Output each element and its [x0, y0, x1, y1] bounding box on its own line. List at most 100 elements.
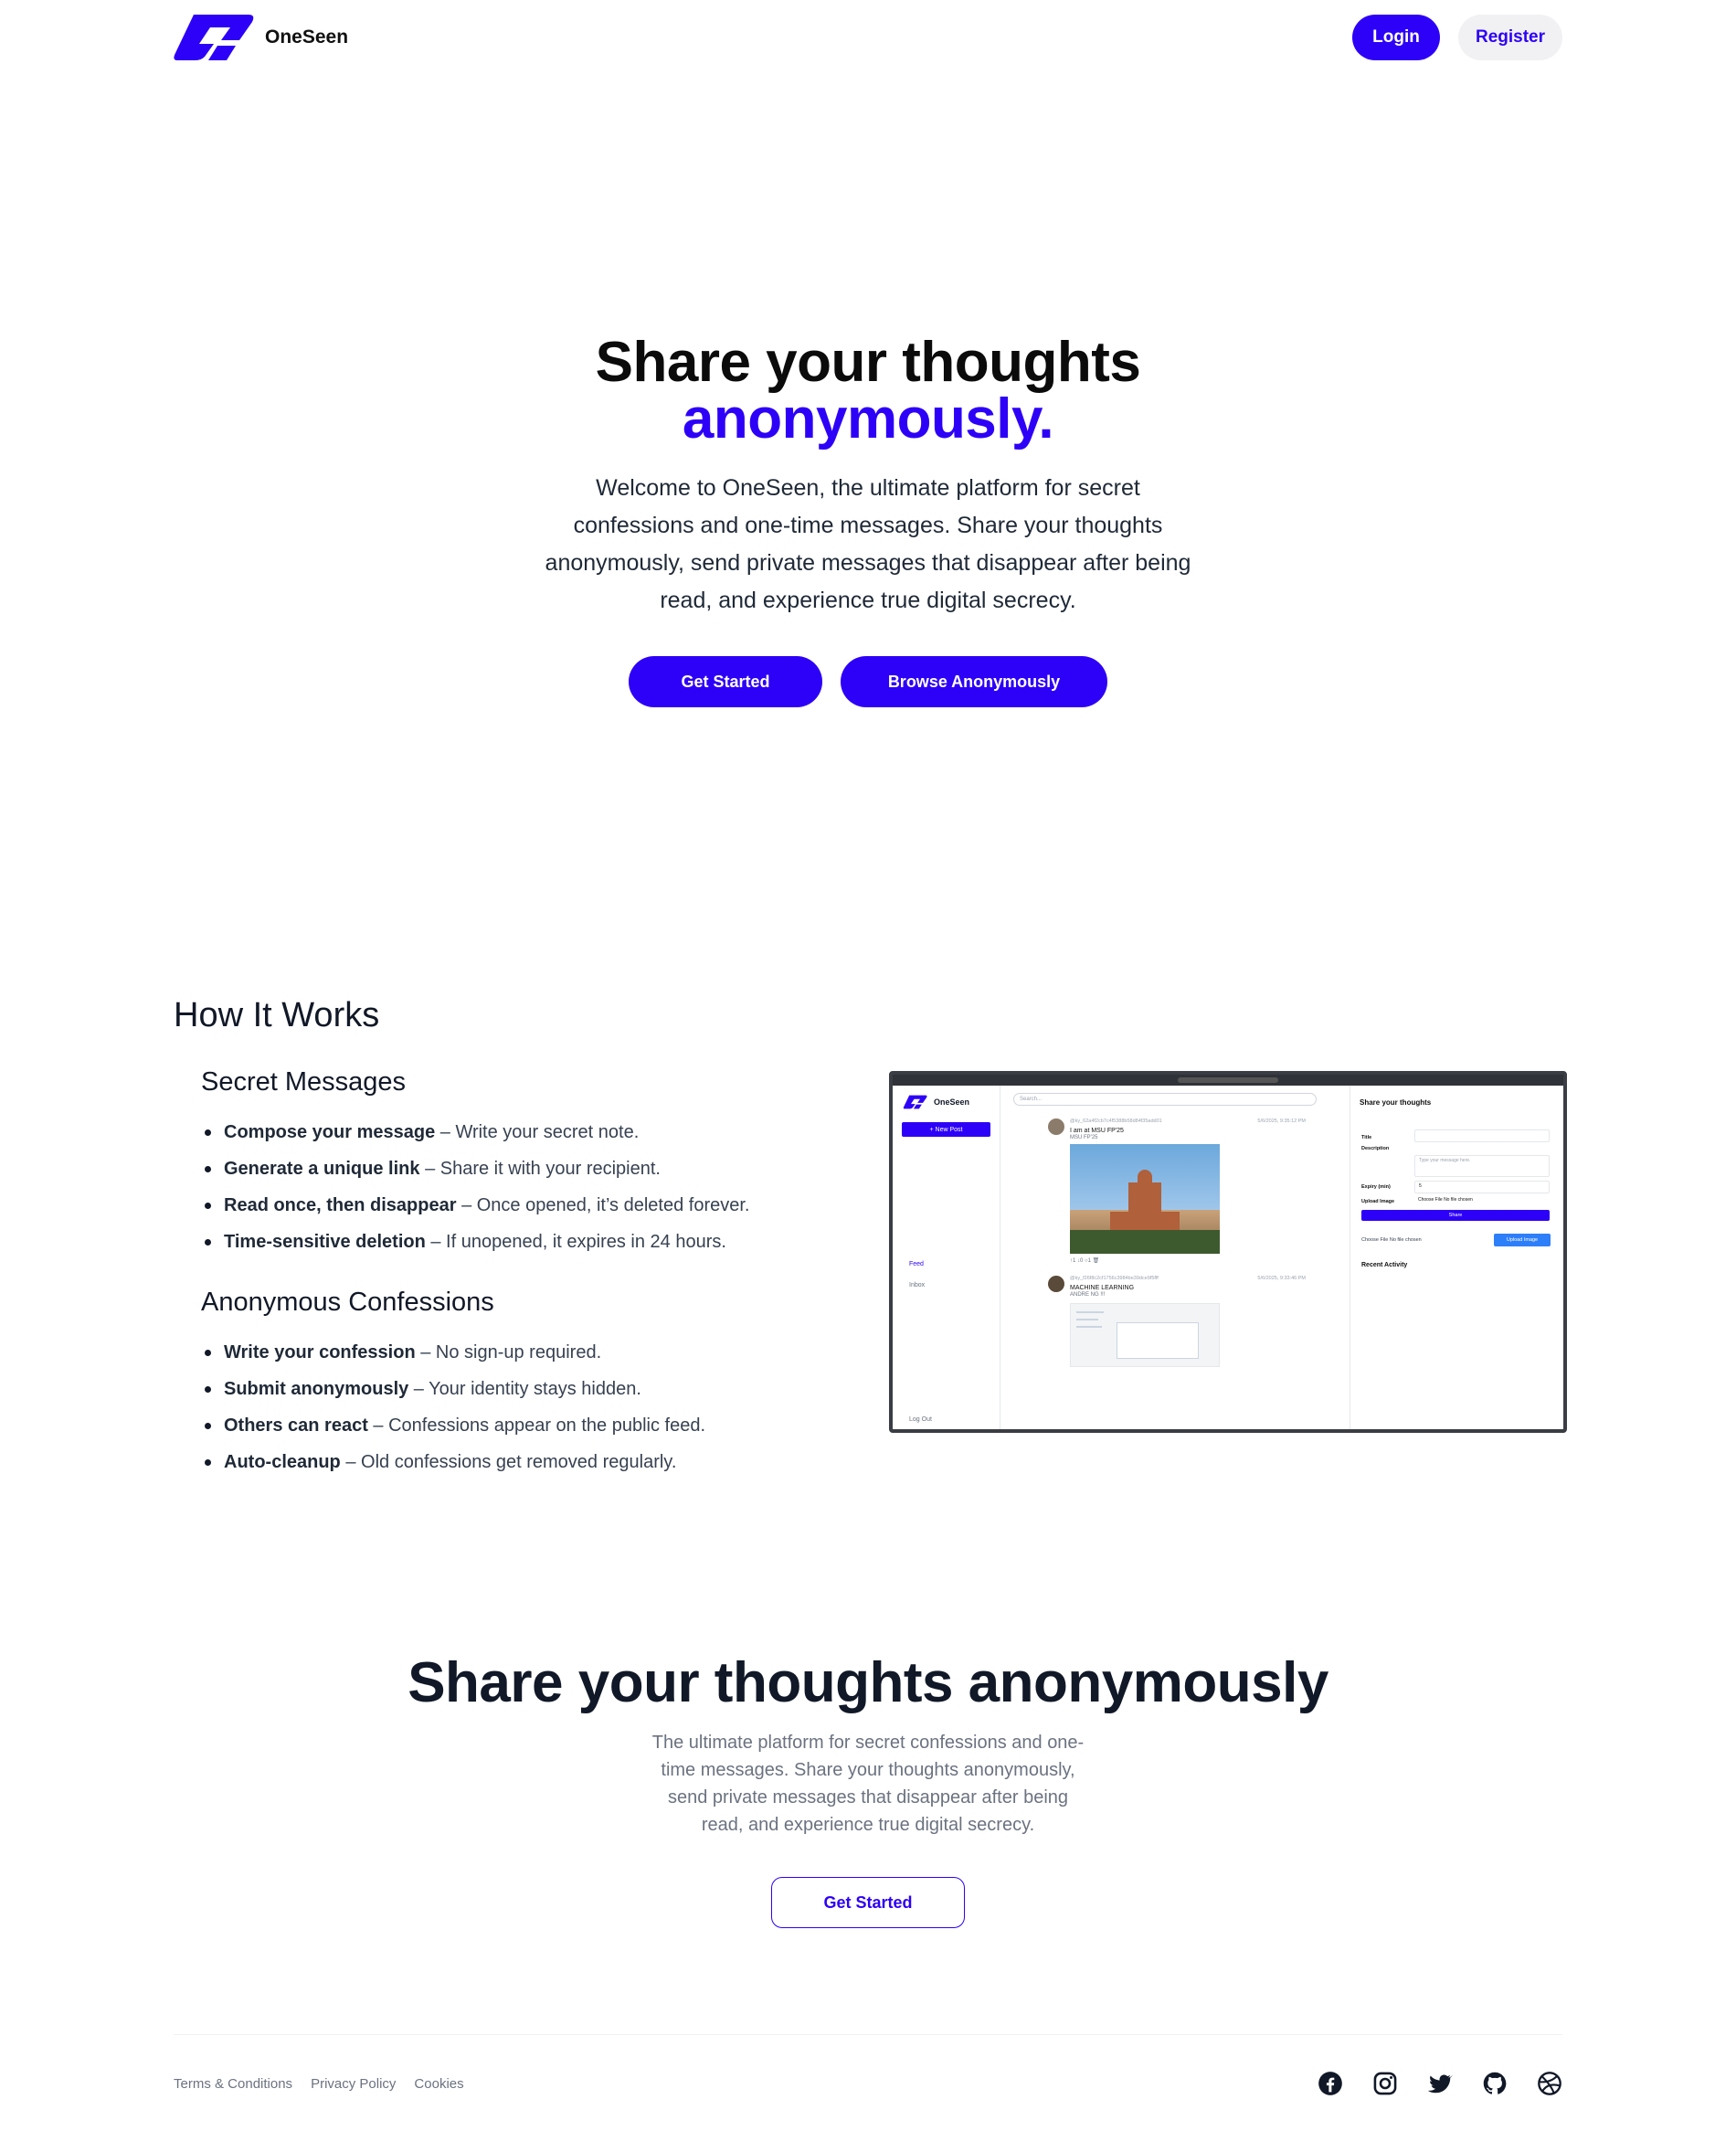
mock-title-label: Title: [1361, 1135, 1372, 1140]
mock-share-button: Share: [1361, 1210, 1550, 1221]
trees-shape: [1070, 1230, 1220, 1254]
oneseen-logo-icon: [174, 15, 254, 60]
hero-buttons: Get Started Browse Anonymously: [0, 656, 1736, 707]
mock-feed: Search... @ky_62a4f2cb7c4f5388b58d84f35a…: [1004, 1086, 1348, 1429]
post-meta: @ky_f26f8c2cf1756c3984be39dce9f5fff 5/6/…: [1070, 1276, 1326, 1281]
list-item-bold: Write your confession: [224, 1342, 416, 1362]
browse-anonymously-button[interactable]: Browse Anonymously: [841, 656, 1107, 707]
image-chart: [1117, 1322, 1199, 1359]
post-user: @ky_f26f8c2cf1756c3984be39dce9f5fff: [1070, 1276, 1159, 1281]
mock-logout: Log Out: [909, 1416, 932, 1423]
list-item-text: – If unopened, it expires in 24 hours.: [425, 1232, 726, 1252]
mock-desc-label: Description: [1361, 1146, 1390, 1151]
footer-divider: [174, 2034, 1562, 2035]
image-line: [1076, 1319, 1098, 1320]
post-image: [1070, 1303, 1220, 1367]
github-icon[interactable]: [1482, 2071, 1508, 2096]
mock-expiry-label: Expiry (min): [1361, 1184, 1391, 1190]
how-it-works-list: Secret Messages Compose your message – W…: [201, 1067, 841, 1508]
post-meta: @ky_62a4f2cb7c4f5388b58d84f35add01 5/6/2…: [1070, 1119, 1326, 1124]
mock-recent-title: Recent Activity: [1361, 1262, 1408, 1268]
list-item-text: – Confessions appear on the public feed.: [367, 1415, 705, 1436]
avatar: [1048, 1119, 1064, 1135]
get-started-button[interactable]: Get Started: [629, 656, 822, 707]
twitter-icon[interactable]: [1427, 2071, 1453, 2096]
anonymous-confessions-list: Write your confession – No sign-up requi…: [201, 1334, 841, 1480]
hero-title-accent: anonymously.: [682, 387, 1054, 451]
cta-description: The ultimate platform for secret confess…: [651, 1733, 1085, 1835]
post-title: I am at MSU FP'25: [1070, 1128, 1124, 1134]
list-item-bold: Auto-cleanup: [224, 1452, 341, 1472]
list-item-bold: Submit anonymously: [224, 1379, 409, 1399]
list-item-text: – Old confessions get removed regularly.: [340, 1452, 677, 1472]
register-button[interactable]: Register: [1458, 15, 1562, 60]
mock-expiry-field: 5: [1414, 1181, 1550, 1193]
privacy-link[interactable]: Privacy Policy: [311, 2076, 396, 2092]
list-item-bold: Time-sensitive deletion: [224, 1232, 426, 1252]
mock-nav-inbox: Inbox: [909, 1282, 926, 1288]
mock-upload-button: Upload Image: [1494, 1234, 1551, 1246]
mock-brand-name: OneSeen: [934, 1097, 970, 1107]
cta-section: Share your thoughts anonymously The ulti…: [0, 1650, 1736, 1928]
post-date: 5/6/2025, 9:33:46 PM: [1257, 1276, 1306, 1281]
post-subtitle: ANDRE NG !!!: [1070, 1292, 1106, 1298]
dribbble-icon[interactable]: [1537, 2071, 1562, 2096]
cookies-link[interactable]: Cookies: [414, 2076, 463, 2092]
post-subtitle: MSU FP'25: [1070, 1135, 1098, 1140]
mock-upload-label: Upload Image: [1361, 1199, 1395, 1204]
browser-bar: [893, 1075, 1563, 1086]
mock-nav-feed: Feed: [909, 1261, 924, 1267]
brand[interactable]: OneSeen: [174, 13, 348, 62]
nav-actions: Login Register: [1352, 15, 1562, 60]
list-item: Submit anonymously – Your identity stays…: [201, 1371, 841, 1407]
instagram-icon[interactable]: [1372, 2071, 1398, 2096]
oneseen-logo-icon: [903, 1095, 927, 1109]
post-user: @ky_62a4f2cb7c4f5388b58d84f35add01: [1070, 1119, 1162, 1124]
list-item: Auto-cleanup – Old confessions get remov…: [201, 1444, 841, 1480]
hero-title-line1: Share your thoughts: [595, 331, 1141, 394]
login-button[interactable]: Login: [1352, 15, 1440, 60]
list-item: Write your confession – No sign-up requi…: [201, 1334, 841, 1371]
footer-links: Terms & Conditions Privacy Policy Cookie…: [174, 2076, 464, 2092]
avatar: [1048, 1276, 1064, 1292]
list-item-text: – Your identity stays hidden.: [408, 1379, 641, 1399]
social-links: [1318, 2071, 1562, 2096]
how-it-works-title: How It Works: [174, 996, 380, 1034]
cta-get-started-button[interactable]: Get Started: [771, 1877, 965, 1928]
anonymous-confessions-title: Anonymous Confessions: [201, 1288, 494, 1317]
facebook-icon[interactable]: [1318, 2071, 1343, 2096]
top-nav: OneSeen Login Register: [174, 13, 1562, 62]
hero-section: Share your thoughts anonymously. Welcome…: [0, 334, 1736, 707]
image-line: [1076, 1326, 1102, 1328]
post-title: MACHINE LEARNING: [1070, 1285, 1135, 1291]
brand-name: OneSeen: [265, 27, 349, 48]
mock-search: Search...: [1013, 1093, 1317, 1106]
secret-messages-list: Compose your message – Write your secret…: [201, 1114, 841, 1260]
post-date: 5/6/2025, 9:35:12 PM: [1257, 1119, 1306, 1124]
list-item-bold: Compose your message: [224, 1122, 436, 1142]
app-screenshot: OneSeen + New Post Feed Inbox Log Out Se…: [889, 1071, 1567, 1433]
list-item: Read once, then disappear – Once opened,…: [201, 1187, 841, 1224]
secret-messages-title: Secret Messages: [201, 1067, 407, 1097]
list-item-bold: Read once, then disappear: [224, 1195, 457, 1215]
image-line: [1076, 1311, 1104, 1313]
mock-file-input: Choose File No file chosen: [1418, 1197, 1473, 1203]
list-item-bold: Others can react: [224, 1415, 368, 1436]
footer: Terms & Conditions Privacy Policy Cookie…: [174, 2065, 1562, 2102]
list-item-text: – No sign-up required.: [415, 1342, 602, 1362]
mock-desc-field: Type your message here.: [1414, 1155, 1550, 1177]
list-item-text: – Write your secret note.: [435, 1122, 640, 1142]
terms-link[interactable]: Terms & Conditions: [174, 2076, 292, 2092]
post-actions: ↑1 ↓0 ○1 🗑: [1070, 1258, 1100, 1264]
list-item-text: – Share it with your recipient.: [419, 1159, 661, 1179]
mock-title-field: [1414, 1129, 1550, 1142]
list-item: Generate a unique link – Share it with y…: [201, 1150, 841, 1187]
list-item: Others can react – Confessions appear on…: [201, 1407, 841, 1444]
list-item-bold: Generate a unique link: [224, 1159, 420, 1179]
how-it-works-section: How It Works Secret Messages Compose you…: [174, 996, 1567, 1472]
mock-sidebar: OneSeen + New Post Feed Inbox Log Out: [893, 1086, 1000, 1429]
mock-panel-title: Share your thoughts: [1360, 1098, 1432, 1107]
new-post-button: + New Post: [902, 1122, 990, 1137]
cta-title: Share your thoughts anonymously: [408, 1651, 1328, 1714]
list-item: Compose your message – Write your secret…: [201, 1114, 841, 1150]
